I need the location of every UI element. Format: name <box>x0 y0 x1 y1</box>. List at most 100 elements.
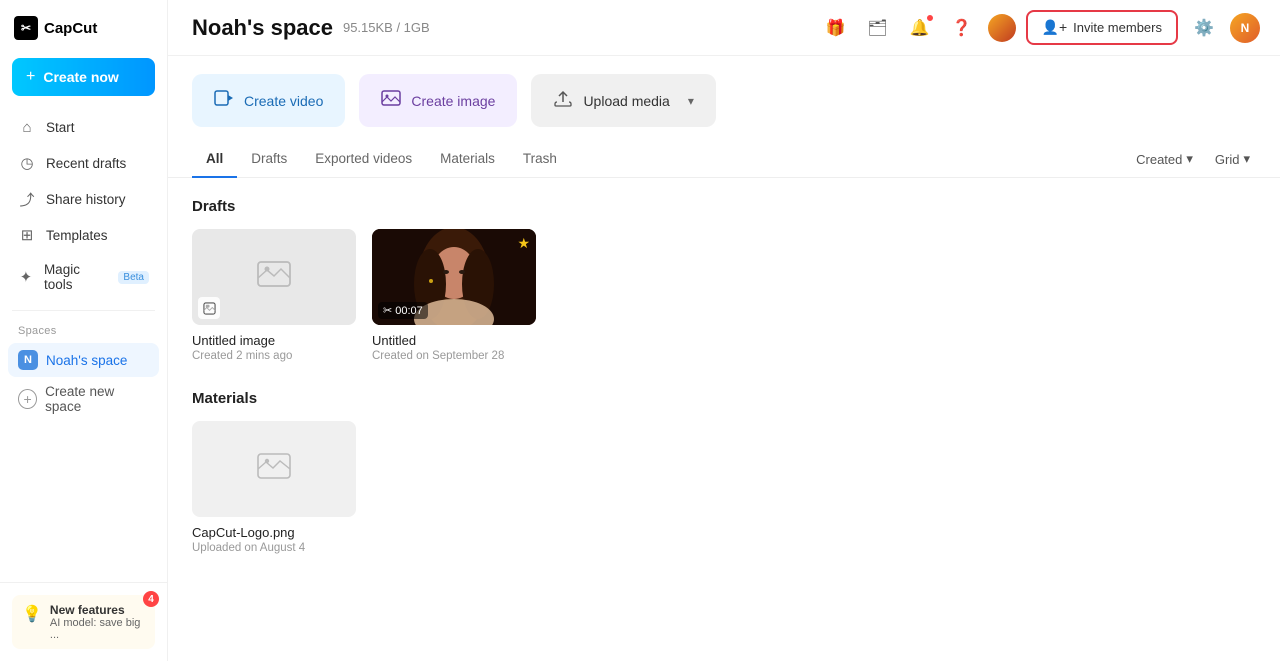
sidebar-item-label: Start <box>46 120 75 135</box>
add-circle-icon: + <box>18 389 37 409</box>
sort-label: Created <box>1136 152 1182 167</box>
image-placeholder-icon <box>256 256 292 299</box>
drafts-grid: Untitled image Created 2 mins ago <box>192 229 1256 362</box>
clock-icon: ◷ <box>18 154 36 172</box>
gift-icon-button[interactable]: 🎁 <box>820 12 852 44</box>
help-icon-button[interactable]: ❓ <box>946 12 978 44</box>
materials-grid: CapCut-Logo.png Uploaded on August 4 <box>192 421 1256 554</box>
member-avatar[interactable] <box>988 14 1016 42</box>
sidebar-item-share-history[interactable]: ⤴ Share history <box>8 182 159 216</box>
sidebar-item-label: Share history <box>46 192 126 207</box>
image-card-icon <box>381 88 401 113</box>
drafts-section-title: Drafts <box>192 198 1256 215</box>
notification-bell-button[interactable]: 🔔 <box>904 12 936 44</box>
invite-members-label: Invite members <box>1073 20 1162 35</box>
tab-trash[interactable]: Trash <box>509 141 571 178</box>
content-area: Drafts <box>168 178 1280 574</box>
settings-icon-button[interactable]: ⚙️ <box>1188 12 1220 44</box>
share-icon: ⤴ <box>18 190 36 208</box>
spaces-label: Spaces <box>0 321 167 343</box>
create-image-button[interactable]: Create image <box>359 74 517 127</box>
sidebar-item-noahs-space[interactable]: N Noah's space <box>8 343 159 377</box>
create-video-button[interactable]: Create video <box>192 74 345 127</box>
app-name: CapCut <box>44 20 97 37</box>
tabs-right: Created ▾ Grid ▾ <box>1130 147 1256 171</box>
top-bar-actions: 🎁 🗂 🔔 ❓ 👤+ Invite members <box>820 10 1260 45</box>
material-date: Uploaded on August 4 <box>192 542 356 554</box>
draft-name: Untitled image <box>192 333 356 348</box>
user-avatar[interactable]: N <box>1230 13 1260 43</box>
draft-name: Untitled <box>372 333 536 348</box>
video-duration: ✂ 00:07 <box>378 302 428 319</box>
space-name-label: Noah's space <box>46 353 127 368</box>
draft-thumbnail-image <box>192 229 356 325</box>
tab-drafts[interactable]: Drafts <box>237 141 301 178</box>
bag-icon-button[interactable]: 🗂 <box>862 12 894 44</box>
sidebar-item-label: Templates <box>46 228 108 243</box>
plus-icon: + <box>26 68 35 86</box>
app-logo[interactable]: ✂ CapCut <box>0 0 167 52</box>
tab-exported-videos[interactable]: Exported videos <box>301 141 426 178</box>
new-features-title: New features <box>50 603 145 617</box>
create-new-space-button[interactable]: + Create new space <box>8 377 159 421</box>
sort-chevron-icon: ▾ <box>1186 151 1193 167</box>
material-thumbnail <box>192 421 356 517</box>
notification-badge: 4 <box>143 591 159 607</box>
storage-info: 95.15KB / 1GB <box>343 20 430 35</box>
view-label: Grid <box>1215 152 1240 167</box>
new-features-subtitle: AI model: save big ... <box>50 617 145 641</box>
page-title: Noah's space <box>192 15 333 41</box>
grid-icon: ⊞ <box>18 226 36 244</box>
home-icon: ⌂ <box>18 118 36 136</box>
new-features-card[interactable]: 💡 New features AI model: save big ... 4 <box>12 595 155 649</box>
sidebar-nav: ⌂ Start ◷ Recent drafts ⤴ Share history … <box>0 110 167 300</box>
create-now-button[interactable]: + Create now <box>12 58 155 96</box>
view-grid-button[interactable]: Grid ▾ <box>1209 147 1256 171</box>
sidebar-item-label: Magic tools <box>44 262 104 292</box>
draft-date: Created 2 mins ago <box>192 350 356 362</box>
sidebar-item-templates[interactable]: ⊞ Templates <box>8 218 159 252</box>
sidebar-item-recent-drafts[interactable]: ◷ Recent drafts <box>8 146 159 180</box>
tab-all[interactable]: All <box>192 141 237 178</box>
sidebar-item-magic-tools[interactable]: ✦ Magic tools Beta <box>8 254 159 300</box>
new-features-text: New features AI model: save big ... <box>50 603 145 641</box>
invite-members-button[interactable]: 👤+ Invite members <box>1026 10 1178 45</box>
tabs-left: All Drafts Exported videos Materials Tra… <box>192 141 571 177</box>
material-card-capcut-logo[interactable]: CapCut-Logo.png Uploaded on August 4 <box>192 421 356 554</box>
notification-dot <box>926 14 934 22</box>
upload-media-button[interactable]: Upload media ▾ <box>531 74 715 127</box>
create-space-label: Create new space <box>45 384 149 414</box>
create-image-label: Create image <box>411 93 495 109</box>
draft-date: Created on September 28 <box>372 350 536 362</box>
video-card-icon <box>214 88 234 113</box>
top-bar: Noah's space 95.15KB / 1GB 🎁 🗂 🔔 ❓ <box>168 0 1280 56</box>
sort-created-button[interactable]: Created ▾ <box>1130 147 1199 171</box>
draft-card-untitled-video[interactable]: ✂ 00:07 ★ Untitled Created on September … <box>372 229 536 362</box>
image-placeholder-icon <box>257 449 291 490</box>
beta-badge: Beta <box>118 271 149 284</box>
sidebar-divider <box>12 310 155 311</box>
person-add-icon: 👤+ <box>1042 19 1068 36</box>
material-name: CapCut-Logo.png <box>192 525 356 540</box>
create-now-label: Create now <box>43 69 118 85</box>
create-video-label: Create video <box>244 93 323 109</box>
tab-materials[interactable]: Materials <box>426 141 509 178</box>
upload-chevron-icon: ▾ <box>688 94 694 108</box>
space-avatar: N <box>18 350 38 370</box>
upload-icon <box>553 88 573 113</box>
view-chevron-icon: ▾ <box>1243 151 1250 167</box>
space-title-area: Noah's space 95.15KB / 1GB <box>192 15 430 41</box>
materials-section-title: Materials <box>192 390 1256 407</box>
action-bar: Create video Create image Upload media <box>168 56 1280 141</box>
magic-icon: ✦ <box>18 268 34 286</box>
upload-media-label: Upload media <box>583 93 669 109</box>
sidebar-footer: 💡 New features AI model: save big ... 4 <box>0 582 167 661</box>
star-icon: ★ <box>517 235 530 252</box>
draft-card-untitled-image[interactable]: Untitled image Created 2 mins ago <box>192 229 356 362</box>
sidebar-item-label: Recent drafts <box>46 156 126 171</box>
image-type-icon <box>198 297 220 319</box>
tabs-bar: All Drafts Exported videos Materials Tra… <box>168 141 1280 178</box>
sidebar-item-start[interactable]: ⌂ Start <box>8 110 159 144</box>
main-content: Noah's space 95.15KB / 1GB 🎁 🗂 🔔 ❓ <box>168 0 1280 661</box>
sidebar: ✂ CapCut + Create now ⌂ Start ◷ Recent d… <box>0 0 168 661</box>
